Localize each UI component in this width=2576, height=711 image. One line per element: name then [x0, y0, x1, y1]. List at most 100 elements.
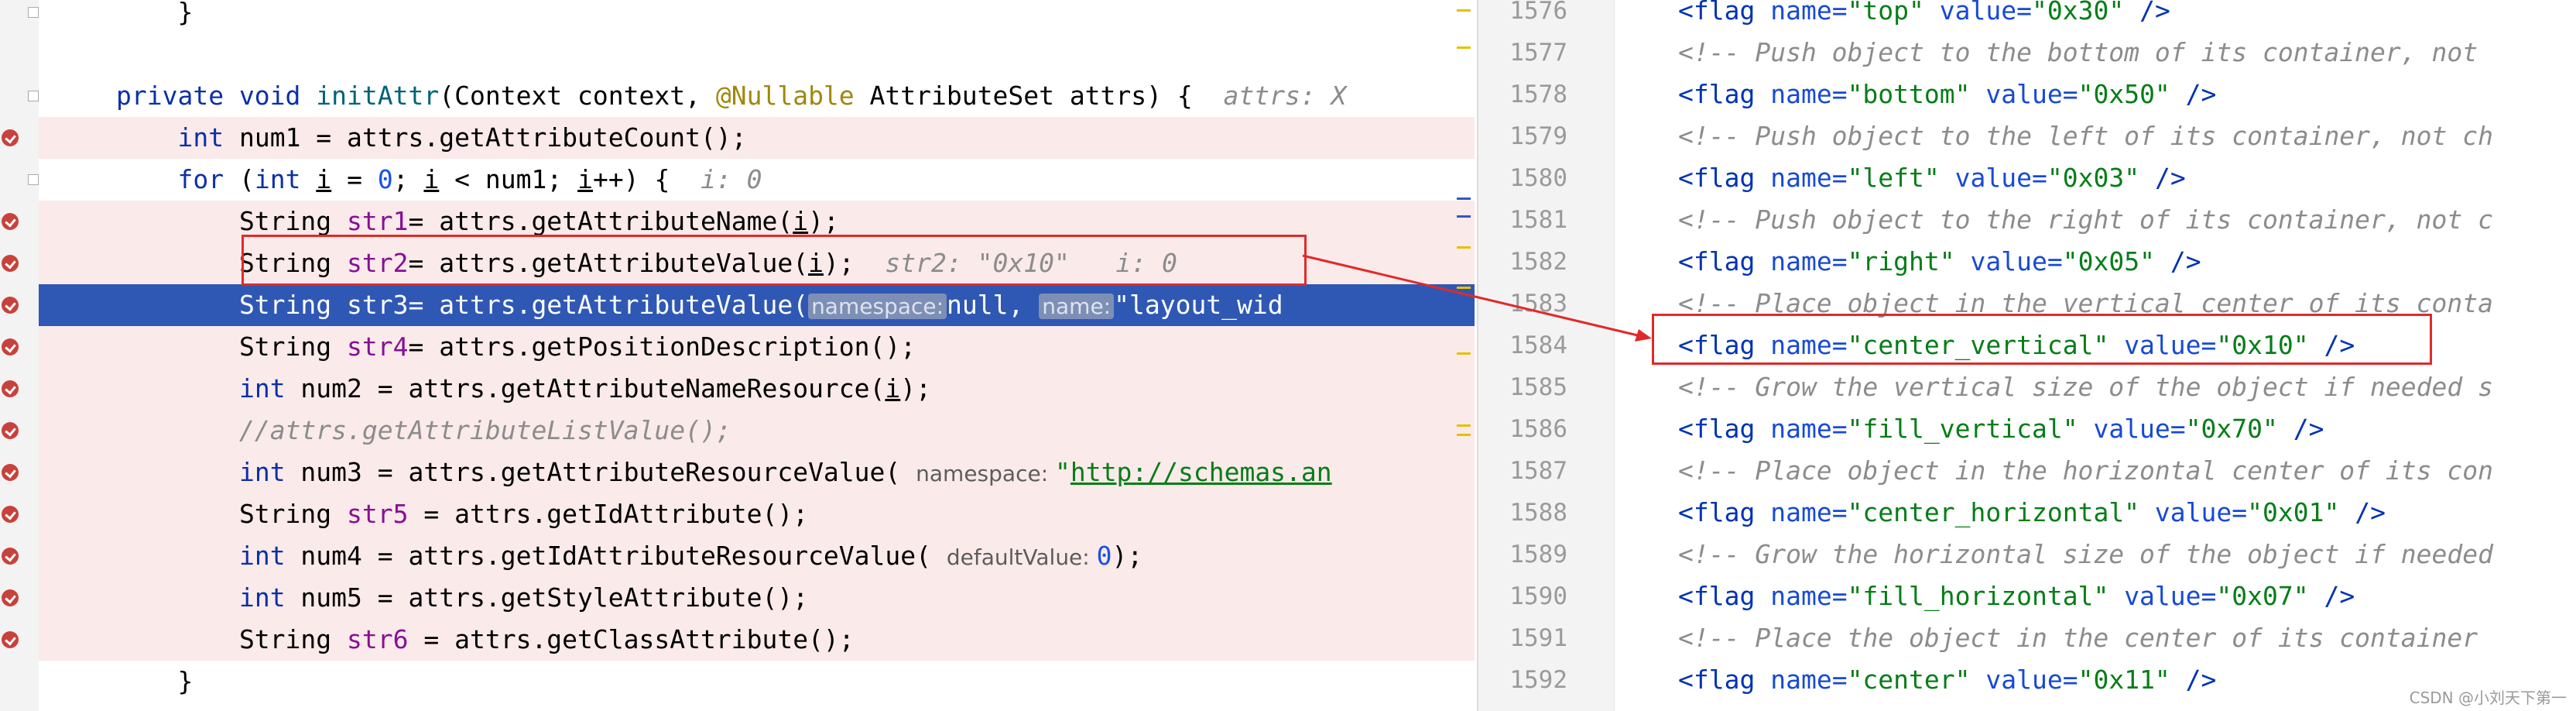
xml-line[interactable]: <!-- Grow the vertical size of the objec… — [1614, 366, 2576, 408]
xml-token: "bottom" — [1847, 79, 1986, 109]
breakpoint-check-icon[interactable] — [2, 506, 19, 523]
fold-marker-icon[interactable] — [28, 91, 39, 101]
fold-marker-icon[interactable] — [28, 7, 39, 18]
code-token: num3 = attrs.getAttributeResourceValue( — [285, 457, 916, 487]
xml-text: <flag name="right" value="0x05" /> — [1678, 241, 2201, 283]
breakpoint-check-icon[interactable] — [2, 589, 19, 606]
code-token: } — [116, 666, 194, 696]
xml-token: <flag — [1678, 0, 1771, 26]
java-editor[interactable]: } private void initAttr(Context context, … — [39, 0, 1475, 711]
code-line[interactable]: int num4 = attrs.getIdAttributeResourceV… — [39, 535, 1475, 577]
xml-line[interactable]: <flag name="fill_horizontal" value="0x07… — [1614, 575, 2576, 617]
xml-token: "fill_vertical" — [1847, 414, 2094, 444]
xml-token: value= — [1954, 163, 2047, 193]
xml-text: <flag name="center_horizontal" value="0x… — [1678, 492, 2386, 534]
code-text: int num4 = attrs.getIdAttributeResourceV… — [116, 535, 1142, 579]
code-token: ); — [900, 373, 932, 404]
xml-token: "0x03" — [2047, 163, 2140, 193]
xml-token: "0x11" — [2078, 665, 2170, 695]
code-line[interactable]: String str5 = attrs.getIdAttribute(); — [39, 493, 1475, 535]
code-token: String — [116, 499, 348, 529]
left-gutter[interactable] — [0, 0, 39, 711]
info-marker[interactable] — [1457, 215, 1471, 218]
current-execution-line[interactable]: String str3= attrs.getAttributeValue(nam… — [39, 284, 1475, 326]
xml-token: /> — [2308, 581, 2355, 611]
code-line[interactable]: int num5 = attrs.getStyleAttribute(); — [39, 577, 1475, 619]
xml-line[interactable]: <flag name="left" value="0x03" /> — [1614, 157, 2576, 199]
error-stripe[interactable] — [1436, 0, 1475, 711]
code-line[interactable] — [39, 33, 1475, 75]
code-token: < num1; — [439, 164, 578, 194]
breakpoint-check-icon[interactable] — [2, 631, 19, 648]
warning-marker[interactable] — [1457, 9, 1471, 12]
warning-marker[interactable] — [1457, 424, 1471, 427]
code-token: i: 0 — [701, 164, 762, 194]
xml-token: "left" — [1847, 163, 1955, 193]
xml-line[interactable]: <!-- Grow the horizontal size of the obj… — [1614, 534, 2576, 575]
xml-token: value= — [2124, 581, 2217, 611]
xml-line[interactable]: <!-- Push object to the left of its cont… — [1614, 115, 2576, 157]
fold-marker-icon[interactable] — [28, 174, 39, 185]
info-marker[interactable] — [1457, 198, 1471, 200]
xml-line[interactable]: <!-- Push object to the bottom of its co… — [1614, 32, 2576, 74]
code-token: i — [885, 373, 901, 404]
code-line[interactable]: } — [39, 661, 1475, 702]
code-token: str5 — [347, 499, 409, 529]
xml-token: /> — [2277, 414, 2324, 444]
xml-token: <!-- Push object to the left of its cont… — [1678, 121, 2493, 151]
xml-text: <!-- Push object to the left of its cont… — [1678, 115, 2493, 157]
code-token: private void — [116, 81, 317, 111]
breakpoint-check-icon[interactable] — [2, 464, 19, 481]
breakpoint-check-icon[interactable] — [2, 255, 19, 272]
code-line[interactable]: private void initAttr(Context context, @… — [39, 75, 1475, 117]
code-line[interactable]: int num3 = attrs.getAttributeResourceVal… — [39, 452, 1475, 493]
warning-marker[interactable] — [1457, 352, 1471, 355]
code-line[interactable]: //attrs.getAttributeListValue(); — [39, 410, 1475, 452]
right-line-number-gutter[interactable]: 1576 1577 1578 1579 1580 1581 1582 1583 1584 1585… — [1477, 0, 1615, 711]
breakpoint-check-icon[interactable] — [2, 297, 19, 314]
code-line[interactable]: } — [39, 0, 1475, 33]
xml-line[interactable]: <flag name="right" value="0x05" /> — [1614, 241, 2576, 283]
code-token: //attrs.getAttributeListValue(); — [238, 415, 731, 445]
xml-token: <flag — [1678, 163, 1771, 193]
code-text: } — [116, 661, 193, 702]
xml-line[interactable]: <flag name="center_horizontal" value="0x… — [1614, 492, 2576, 534]
breakpoint-check-icon[interactable] — [2, 548, 19, 565]
xml-line[interactable]: <flag name="bottom" value="0x50" /> — [1614, 74, 2576, 115]
code-line[interactable]: int num1 = attrs.getAttributeCount(); — [39, 117, 1475, 159]
code-line[interactable]: String str4= attrs.getPositionDescriptio… — [39, 326, 1475, 368]
line-number: 1590 — [1509, 582, 1567, 610]
code-token: num2 = attrs.getAttributeNameResource( — [285, 373, 886, 404]
xml-text: <!-- Push object to the right of its con… — [1678, 199, 2493, 241]
xml-line[interactable]: <flag name="top" value="0x30" /> — [1614, 0, 2576, 32]
code-token: = attrs.getAttributeValue( — [408, 290, 809, 320]
code-token: int — [238, 373, 286, 404]
code-line[interactable]: for (int i = 0; i < num1; i++) { i: 0 — [39, 159, 1475, 201]
xml-line[interactable]: <flag name="fill_vertical" value="0x70" … — [1614, 408, 2576, 450]
warning-marker[interactable] — [1457, 246, 1471, 249]
xml-token: <flag — [1678, 497, 1771, 527]
warning-marker[interactable] — [1457, 434, 1471, 436]
line-number: 1581 — [1509, 206, 1567, 234]
code-token: String — [116, 331, 348, 362]
breakpoint-check-icon[interactable] — [2, 213, 19, 230]
breakpoint-check-icon[interactable] — [2, 129, 19, 146]
code-line[interactable]: int num2 = attrs.getAttributeNameResourc… — [39, 368, 1475, 410]
code-line[interactable]: String str6 = attrs.getClassAttribute(); — [39, 619, 1475, 661]
code-token: http://schemas.an — [1070, 457, 1332, 487]
line-number: 1583 — [1509, 290, 1567, 318]
code-text: String str4= attrs.getPositionDescriptio… — [116, 326, 916, 368]
xml-line[interactable]: <!-- Push object to the right of its con… — [1614, 199, 2576, 241]
breakpoint-check-icon[interactable] — [2, 338, 19, 356]
breakpoint-check-icon[interactable] — [2, 422, 19, 439]
warning-marker[interactable] — [1457, 287, 1471, 289]
xml-line[interactable]: <!-- Place object in the horizontal cent… — [1614, 450, 2576, 492]
code-text: //attrs.getAttributeListValue(); — [116, 410, 731, 452]
code-token: defaultValue: — [946, 544, 1097, 570]
warning-marker[interactable] — [1457, 46, 1471, 49]
breakpoint-check-icon[interactable] — [2, 380, 19, 397]
xml-line[interactable]: <!-- Place the object in the center of i… — [1614, 617, 2576, 659]
